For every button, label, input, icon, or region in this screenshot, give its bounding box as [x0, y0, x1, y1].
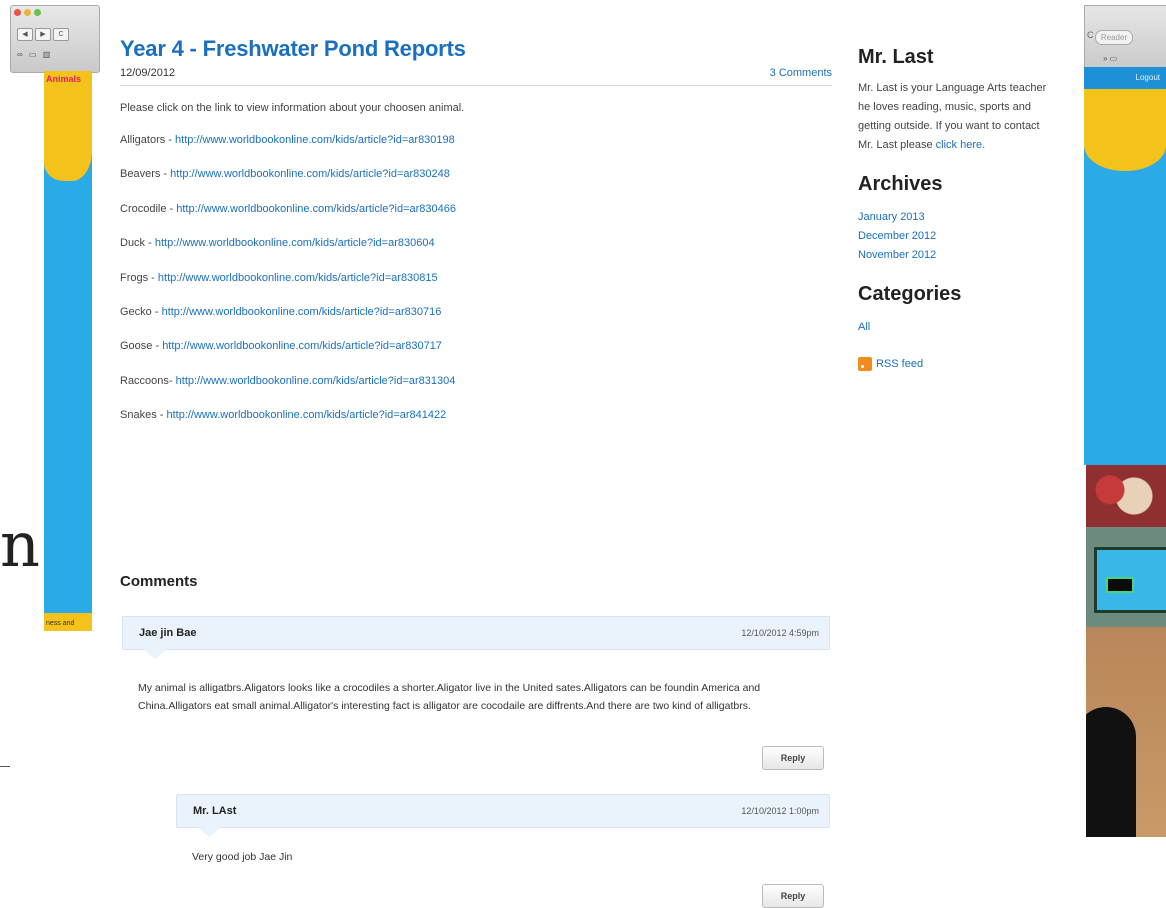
rss-label: RSS feed — [876, 358, 924, 370]
forward-icon[interactable]: ▶ — [35, 28, 51, 41]
nav-buttons: ◀ ▶ C — [17, 28, 69, 41]
animal-link[interactable]: http://www.worldbookonline.com/kids/arti… — [176, 375, 456, 387]
comment-header: Jae jin Bae 12/10/2012 4:59pm — [122, 616, 830, 659]
photo-fabric — [1086, 465, 1166, 527]
background-dash — [0, 766, 10, 767]
reload-icon[interactable]: C — [53, 28, 69, 41]
reply-button[interactable]: Reply — [762, 746, 824, 770]
left-site-strip: Animals ness and — [44, 71, 92, 631]
comment-date[interactable]: 12/10/2012 4:59pm — [741, 628, 819, 638]
right-browser-toolbar: C Reader » ▭ — [1084, 5, 1166, 69]
comment-author: Jae jin Bae — [139, 627, 197, 639]
comment-header: Mr. LAst 12/10/2012 1:00pm — [176, 794, 830, 837]
animal-name: Crocodile - — [120, 202, 177, 215]
list-item: Crocodile - http://www.worldbookonline.c… — [120, 203, 832, 237]
comment-text: Very good job Jae Jin — [192, 851, 293, 863]
contact-link[interactable]: click here. — [936, 139, 986, 151]
animal-link[interactable]: http://www.worldbookonline.com/kids/arti… — [166, 409, 446, 421]
animal-link[interactable]: http://www.worldbookonline.com/kids/arti… — [155, 237, 435, 249]
classroom-photo — [1086, 465, 1166, 837]
rss-feed-link[interactable]: RSS feed — [858, 357, 1052, 371]
comments-heading: Comments — [120, 573, 198, 590]
list-item: Frogs - http://www.worldbookonline.com/k… — [120, 272, 832, 306]
photo-arm — [1086, 707, 1136, 837]
post-content: Year 4 - Freshwater Pond Reports 12/09/2… — [120, 36, 832, 444]
animal-link-list: Alligators - http://www.worldbookonline.… — [120, 134, 832, 444]
animal-name: Gecko - — [120, 305, 162, 318]
minimize-icon[interactable] — [24, 9, 31, 16]
window-controls — [14, 9, 41, 16]
archive-link[interactable]: January 2013 — [858, 208, 1052, 227]
animal-link[interactable]: http://www.worldbookonline.com/kids/arti… — [158, 272, 438, 284]
categories-list: All — [858, 318, 1052, 337]
left-yellow-banner — [44, 93, 92, 181]
archives-heading: Archives — [858, 173, 943, 195]
zoom-icon[interactable] — [34, 9, 41, 16]
background-letter: n — [0, 508, 40, 581]
reader-button[interactable]: Reader — [1095, 30, 1133, 45]
photo-desk — [1086, 627, 1166, 837]
archive-link[interactable]: December 2012 — [858, 227, 1052, 246]
list-item: Beavers - http://www.worldbookonline.com… — [120, 168, 832, 202]
list-item: Raccoons- http://www.worldbookonline.com… — [120, 375, 832, 409]
comment-bubble-tail — [197, 827, 221, 837]
post-date: 12/09/2012 — [120, 67, 176, 79]
logout-link[interactable]: Logout — [1136, 73, 1160, 82]
archives-list: January 2013 December 2012 November 2012 — [858, 208, 1052, 265]
right-reload-icon[interactable]: C — [1087, 30, 1094, 40]
comment-text: My animal is alligatbrs.Aligators looks … — [138, 682, 761, 712]
reply-button[interactable]: Reply — [762, 884, 824, 908]
sidebar-bio: Mr. Last is your Language Arts teacher h… — [858, 79, 1052, 155]
right-bookmarks-bar[interactable]: » ▭ — [1103, 54, 1117, 63]
animal-name: Raccoons- — [120, 374, 176, 387]
post-intro: Please click on the link to view informa… — [120, 102, 465, 114]
list-item: Alligators - http://www.worldbookonline.… — [120, 134, 832, 168]
animal-name: Duck - — [120, 237, 155, 250]
animal-link[interactable]: http://www.worldbookonline.com/kids/arti… — [162, 340, 442, 352]
comment-date[interactable]: 12/10/2012 1:00pm — [741, 806, 819, 816]
left-tag-bottom: ness and — [46, 620, 75, 627]
left-browser-toolbar: ◀ ▶ C ∞ ▭ ▥ — [10, 5, 100, 73]
sidebar: Mr. Last Mr. Last is your Language Arts … — [858, 46, 1052, 371]
animal-link[interactable]: http://www.worldbookonline.com/kids/arti… — [170, 168, 450, 180]
comments-count-link[interactable]: 3 Comments — [770, 67, 832, 79]
post-meta: 12/09/2012 3 Comments — [120, 67, 832, 86]
comment-bubble-tail — [143, 649, 167, 659]
photo-screen-box — [1106, 577, 1134, 593]
list-item: Goose - http://www.worldbookonline.com/k… — [120, 340, 832, 374]
animal-name: Frogs - — [120, 271, 158, 284]
close-icon[interactable] — [14, 9, 21, 16]
archive-link[interactable]: November 2012 — [858, 246, 1052, 265]
sidebar-author-heading: Mr. Last — [858, 46, 934, 68]
left-tag-top: Animals — [46, 74, 82, 84]
animal-link[interactable]: http://www.worldbookonline.com/kids/arti… — [175, 134, 455, 146]
animal-name: Beavers - — [120, 168, 171, 181]
back-icon[interactable]: ◀ — [17, 28, 33, 41]
animal-name: Alligators - — [120, 134, 176, 146]
right-site-strip: Logout — [1084, 67, 1166, 465]
animal-name: Snakes - — [120, 409, 167, 422]
rss-icon — [858, 357, 872, 371]
list-item: Duck - http://www.worldbookonline.com/ki… — [120, 237, 832, 271]
animal-link[interactable]: http://www.worldbookonline.com/kids/arti… — [162, 306, 442, 318]
category-link[interactable]: All — [858, 318, 1052, 337]
categories-heading: Categories — [858, 283, 962, 305]
bookmarks-bar[interactable]: ∞ ▭ ▥ — [17, 50, 52, 59]
comment-author: Mr. LAst — [193, 805, 237, 817]
photo-monitor — [1086, 527, 1166, 627]
post-title[interactable]: Year 4 - Freshwater Pond Reports — [120, 36, 832, 62]
list-item: Snakes - http://www.worldbookonline.com/… — [120, 409, 832, 443]
animal-link[interactable]: http://www.worldbookonline.com/kids/arti… — [176, 203, 456, 215]
right-yellow-banner — [1084, 89, 1166, 171]
list-item: Gecko - http://www.worldbookonline.com/k… — [120, 306, 832, 340]
animal-name: Goose - — [120, 340, 163, 353]
